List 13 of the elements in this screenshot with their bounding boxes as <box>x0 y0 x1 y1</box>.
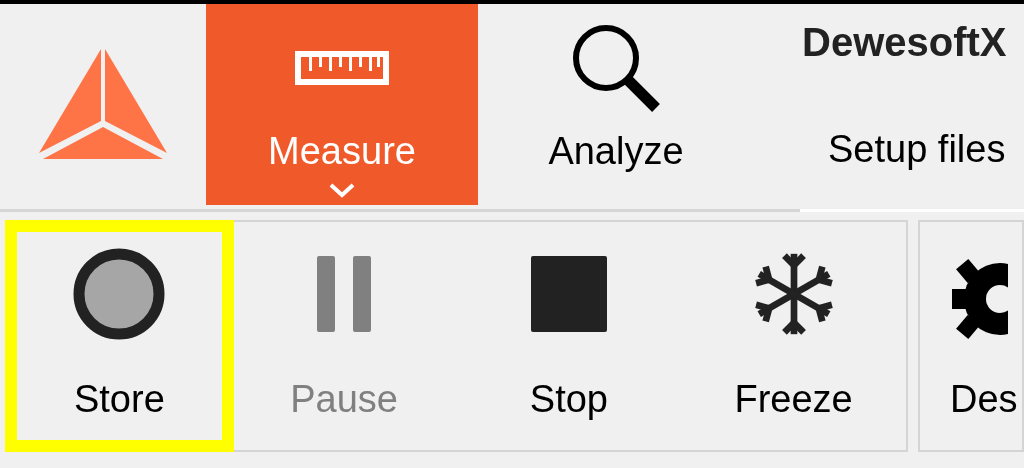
logo-icon <box>39 48 167 161</box>
record-icon <box>73 248 166 340</box>
ribbon-tab[interactable]: Analyze <box>480 4 752 205</box>
search-icon <box>570 22 662 114</box>
ruler-icon <box>295 51 389 85</box>
setup-files-label: Setup files <box>828 130 1007 168</box>
app-title: DewesoftX <box>802 22 1008 62</box>
stop-icon <box>530 256 607 332</box>
toolbar-button[interactable]: Store <box>7 222 232 450</box>
toolbar-button[interactable]: Stop <box>456 222 682 450</box>
pause-icon <box>317 256 372 332</box>
toolbar-button[interactable]: Freeze <box>681 222 906 450</box>
toolbar-button-label[interactable]: Des <box>950 380 1018 418</box>
